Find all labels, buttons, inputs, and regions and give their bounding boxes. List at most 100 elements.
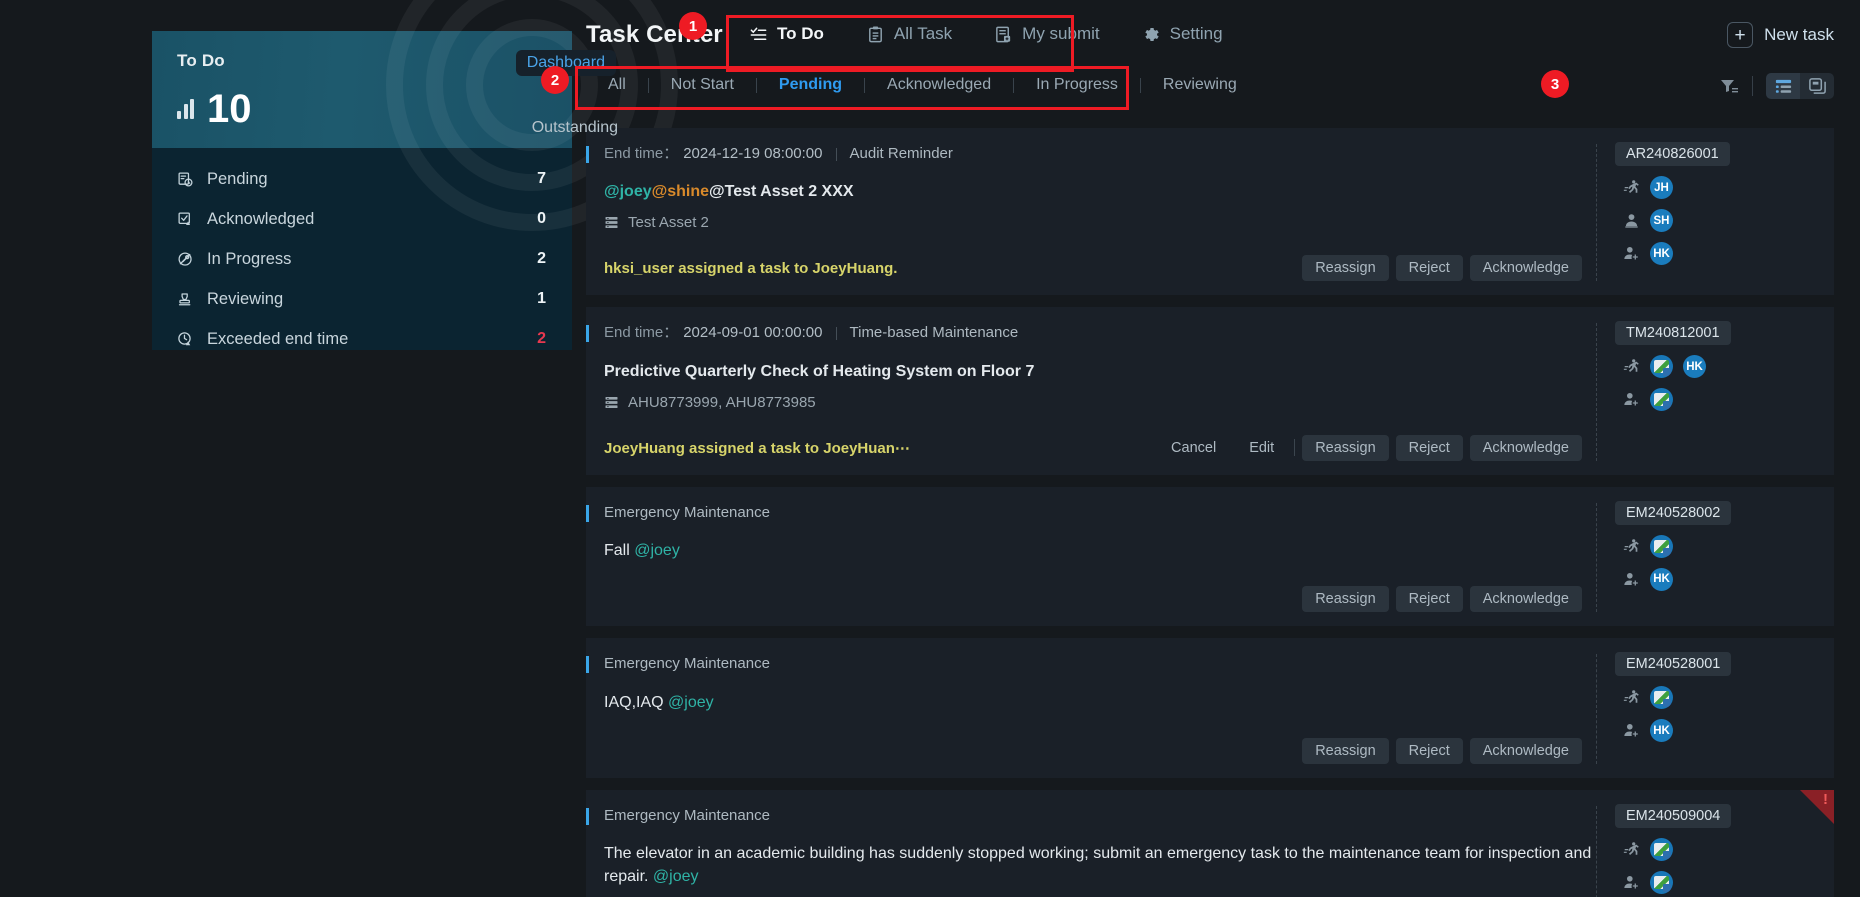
- avatar[interactable]: SH: [1650, 209, 1673, 232]
- task-title: @joey@shine@Test Asset 2 XXX: [604, 180, 1596, 203]
- add-user-icon: [1623, 245, 1640, 262]
- task-meta: Emergency Maintenance: [604, 654, 1596, 674]
- avatar[interactable]: [1650, 534, 1673, 558]
- bar-chart-icon: [177, 99, 194, 119]
- status-filter-chips: All Not Start Pending Acknowledged In Progre…: [586, 73, 1259, 97]
- task-card[interactable]: Emergency Maintenance The elevator in an …: [586, 789, 1834, 897]
- avatar[interactable]: [1650, 355, 1673, 379]
- task-button-cancel[interactable]: Cancel: [1158, 435, 1229, 461]
- task-actions: Reassign Reject Acknowledge: [1302, 255, 1596, 282]
- task-list[interactable]: End time： 2024-12-19 08:00:00 Audit Remind…: [586, 128, 1860, 897]
- sidebar-item-exceeded-end-time[interactable]: Exceeded end time 2: [152, 319, 572, 359]
- tab-to-do[interactable]: To Do: [728, 18, 845, 50]
- end-time-label: End time：: [604, 324, 679, 342]
- warning-exclamation-icon: !: [1823, 790, 1828, 808]
- task-button-acknowledge[interactable]: Acknowledge: [1469, 586, 1582, 613]
- runner-icon: [1623, 841, 1640, 858]
- sidebar-item-acknowledged[interactable]: Acknowledged 0: [152, 199, 572, 239]
- filter-chip-all[interactable]: All: [586, 73, 648, 97]
- task-id-badge: EM240528002: [1615, 500, 1732, 525]
- task-button-acknowledge[interactable]: Acknowledge: [1469, 737, 1582, 764]
- tab-all-task[interactable]: All Task: [845, 18, 973, 50]
- avatar[interactable]: [1650, 686, 1673, 710]
- gear-icon: [1142, 25, 1161, 44]
- runner-icon: [1623, 179, 1640, 196]
- runner-icon: [1623, 689, 1640, 706]
- avatar[interactable]: [1650, 837, 1673, 861]
- clipboard-icon: [866, 25, 885, 44]
- task-card[interactable]: Emergency Maintenance IAQ,IAQ @joey Reassi…: [586, 638, 1834, 778]
- card-view-icon[interactable]: [1800, 73, 1834, 99]
- task-button-reject[interactable]: Reject: [1395, 737, 1463, 764]
- card-accent-bar: [586, 146, 589, 163]
- filter-icon[interactable]: [1719, 76, 1739, 96]
- sidebar-item-count: 2: [537, 250, 546, 267]
- task-actions: Reassign Reject Acknowledge: [1302, 737, 1596, 764]
- task-title: IAQ,IAQ @joey: [604, 691, 1596, 714]
- task-card-main: Emergency Maintenance The elevator in an …: [586, 806, 1596, 897]
- avatar[interactable]: JH: [1650, 176, 1673, 199]
- assignee-row: [1623, 837, 1834, 861]
- add-user-icon: [1623, 571, 1640, 588]
- avatar[interactable]: HK: [1683, 355, 1706, 379]
- avatar[interactable]: [1650, 388, 1673, 412]
- sidebar-item-label: Acknowledged: [207, 209, 315, 228]
- task-card[interactable]: End time： 2024-09-01 00:00:00 Time-based M…: [586, 307, 1834, 475]
- task-button-reject[interactable]: Reject: [1395, 434, 1463, 461]
- task-button-acknowledge[interactable]: Acknowledge: [1469, 434, 1582, 461]
- task-side-panel: TM240812001 HK: [1596, 321, 1834, 461]
- top-header: Task Center To Do All Task My submit Settin…: [586, 0, 1860, 68]
- task-side-panel: EM240509004: [1596, 803, 1834, 897]
- task-button-acknowledge[interactable]: Acknowledge: [1469, 255, 1582, 282]
- task-footer: JoeyHuang assigned a task to JoeyHuan⋯ Ca…: [604, 434, 1596, 461]
- filter-chip-not-start[interactable]: Not Start: [649, 73, 756, 97]
- tab-label: All Task: [893, 24, 953, 43]
- assignee-row: SH: [1623, 209, 1834, 232]
- main-nav-tabs: To Do All Task My submit Setting: [728, 18, 1244, 50]
- task-card[interactable]: Emergency Maintenance Fall @joey Reassign R…: [586, 486, 1834, 627]
- filter-chip-acknowledged[interactable]: Acknowledged: [865, 73, 1013, 97]
- task-button-reassign[interactable]: Reassign: [1302, 434, 1389, 461]
- asset-icon: [604, 395, 619, 410]
- card-accent-bar: [586, 656, 589, 674]
- end-time-value: 2024-09-01 00:00:00: [683, 324, 823, 342]
- task-card-main: Emergency Maintenance Fall @joey Reassign R…: [586, 503, 1596, 613]
- new-task-button[interactable]: + New task: [1727, 22, 1834, 48]
- task-button-reassign[interactable]: Reassign: [1302, 737, 1389, 764]
- outstanding-label: Outstanding: [531, 119, 618, 136]
- sidebar-item-count: 0: [537, 210, 546, 227]
- task-button-reassign[interactable]: Reassign: [1302, 586, 1389, 613]
- annotation-number-3: 3: [1541, 70, 1569, 98]
- task-id-badge: AR240826001: [1615, 142, 1730, 166]
- avatar[interactable]: HK: [1650, 242, 1673, 265]
- avatar[interactable]: HK: [1650, 719, 1673, 743]
- task-meta: End time： 2024-12-19 08:00:00 Audit Remind…: [604, 144, 1596, 164]
- assignee-row: [1623, 686, 1834, 710]
- task-button-edit[interactable]: Edit: [1236, 435, 1287, 461]
- todo-list-icon: [749, 25, 768, 44]
- filter-chip-in-progress[interactable]: In Progress: [1014, 73, 1140, 97]
- tab-my-submit[interactable]: My submit: [973, 18, 1120, 50]
- avatar[interactable]: HK: [1650, 567, 1673, 591]
- tab-setting[interactable]: Setting: [1121, 18, 1244, 50]
- sidebar-item-in-progress[interactable]: In Progress 2: [152, 239, 572, 279]
- task-button-reject[interactable]: Reject: [1395, 586, 1463, 613]
- filter-chip-pending[interactable]: Pending: [757, 73, 864, 97]
- avatar[interactable]: [1650, 870, 1673, 894]
- assignee-row: [1623, 870, 1834, 894]
- task-title-part: @Test Asset 2 XXX: [709, 183, 854, 201]
- filter-chip-reviewing[interactable]: Reviewing: [1141, 73, 1259, 97]
- task-button-reassign[interactable]: Reassign: [1302, 255, 1389, 282]
- task-card[interactable]: End time： 2024-12-19 08:00:00 Audit Remind…: [586, 128, 1834, 296]
- assignee-row: [1623, 534, 1834, 558]
- list-view-icon[interactable]: [1766, 73, 1800, 99]
- asset-label: AHU8773999, AHU8773985: [628, 393, 816, 411]
- sidebar-item-reviewing[interactable]: Reviewing 1: [152, 279, 572, 319]
- todo-summary-hero: To Do 10 Dashboard Outstanding: [152, 0, 678, 231]
- status-filter-bar: All Not Start Pending Acknowledged In Progre…: [586, 68, 1860, 110]
- list-tools: [1719, 73, 1834, 99]
- task-button-reject[interactable]: Reject: [1395, 255, 1463, 282]
- asset-icon: [604, 215, 619, 230]
- sidebar-item-pending[interactable]: Pending 7: [152, 159, 572, 199]
- sidebar-item-label: In Progress: [207, 249, 292, 268]
